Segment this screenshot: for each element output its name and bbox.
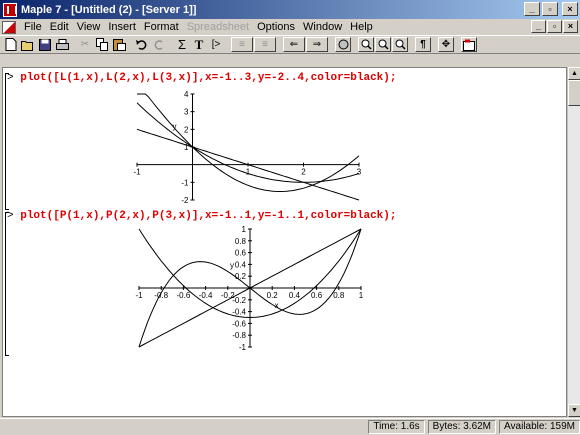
cut-icon[interactable]: ✂	[77, 37, 93, 52]
menu-window[interactable]: Window	[299, 21, 346, 33]
copy-icon[interactable]	[94, 37, 110, 52]
x-tick-label: 0.2	[267, 291, 279, 300]
y-tick-label: 0.4	[235, 260, 247, 269]
y-tick-label: -2	[181, 196, 189, 205]
paragraph-icon[interactable]: ¶	[415, 37, 431, 52]
y-tick-label: -0.8	[232, 331, 246, 340]
prompt-1: >	[7, 72, 14, 84]
menu-insert[interactable]: Insert	[104, 21, 140, 33]
execution-group-bracket-1[interactable]	[5, 73, 9, 210]
redo-icon[interactable]	[151, 37, 167, 52]
title-bar: Maple 7 - [Untitled (2) - [Server 1]] _ …	[0, 0, 580, 19]
x-tick-label: 1	[359, 291, 364, 300]
x-tick-label: -1	[135, 291, 143, 300]
x-axis-label: x	[275, 301, 279, 310]
maple-app-icon[interactable]	[3, 2, 17, 17]
minimize-button[interactable]: _	[524, 2, 540, 16]
status-time: Time: 1.6s	[368, 420, 425, 434]
split-section-icon[interactable]: ≡	[254, 37, 276, 52]
x-tick-label: 0.8	[333, 291, 345, 300]
scroll-up-arrow-icon[interactable]: ▲	[568, 67, 580, 80]
document-icon[interactable]	[2, 20, 16, 34]
y-tick-label: 3	[184, 108, 189, 117]
y-tick-label: -1	[181, 178, 189, 187]
move-icon[interactable]: ✥	[438, 37, 454, 52]
vertical-scrollbar[interactable]: ▲ ▼	[567, 67, 580, 417]
y-axis-label: y	[230, 261, 234, 270]
y-tick-label: 0.8	[235, 237, 247, 246]
insert-prompt-icon[interactable]: [>	[208, 37, 224, 52]
y-tick-label: 2	[184, 125, 189, 134]
x-tick-label: 2	[301, 168, 306, 177]
restart-icon[interactable]	[461, 37, 477, 52]
input-line-1[interactable]: > plot([L(1,x),L(2,x),L(3,x)],x=-1..3,y=…	[7, 72, 396, 84]
prompt-2: >	[7, 210, 14, 222]
window-title: Maple 7 - [Untitled (2) - [Server 1]]	[21, 3, 197, 16]
y-tick-label: -0.6	[232, 319, 246, 328]
back-arrow-icon[interactable]: ⇐	[283, 37, 305, 52]
y-tick-label: 0.2	[235, 272, 247, 281]
x-tick-label: -0.6	[177, 291, 191, 300]
menu-format[interactable]: Format	[140, 21, 183, 33]
scroll-down-arrow-icon[interactable]: ▼	[568, 404, 580, 417]
x-tick-label: 3	[357, 168, 362, 177]
status-available: Available: 159M	[499, 420, 580, 434]
y-tick-label: -1	[239, 343, 247, 352]
menu-edit[interactable]: Edit	[46, 21, 73, 33]
series-line-3	[137, 93, 360, 192]
y-tick-label: 4	[184, 90, 189, 99]
x-tick-label: -0.4	[199, 291, 213, 300]
command-2[interactable]: plot([P(1,x),P(2,x),P(3,x)],x=-1..1,y=-1…	[20, 210, 396, 222]
forward-arrow-icon[interactable]: ⇒	[306, 37, 328, 52]
sum-icon[interactable]: Σ	[174, 37, 190, 52]
zoom-200-icon[interactable]	[392, 37, 408, 52]
worksheet[interactable]: > plot([L(1,x),L(2,x),L(3,x)],x=-1..3,y=…	[2, 67, 567, 417]
save-icon[interactable]	[37, 37, 53, 52]
undo-icon[interactable]	[134, 37, 150, 52]
menu-bar: File Edit View Insert Format Spreadsheet…	[0, 19, 580, 35]
status-bytes: Bytes: 3.62M	[427, 420, 497, 434]
doc-minimize-button[interactable]: _	[531, 20, 546, 33]
zoom-150-icon[interactable]	[375, 37, 391, 52]
plot-1[interactable]: -1 1 2 34321-1-2y	[123, 88, 403, 206]
x-tick-label: -1	[133, 168, 141, 177]
execution-group-bracket-2[interactable]	[5, 212, 9, 356]
doc-close-button[interactable]: ×	[563, 20, 578, 33]
plot-2[interactable]: -1 -0.8 -0.6 -0.4 -0.2 0.2 0.4 0.6 0.8 1 1 0.8 0.6 0.…	[123, 225, 403, 355]
command-1[interactable]: plot([L(1,x),L(2,x),L(3,x)],x=-1..3,y=-2…	[20, 72, 396, 84]
x-tick-label: 0.6	[311, 291, 323, 300]
maximize-button[interactable]: ▫	[542, 2, 558, 16]
menu-options[interactable]: Options	[253, 21, 299, 33]
stop-icon[interactable]	[335, 37, 351, 52]
menu-help[interactable]: Help	[346, 21, 377, 33]
menu-spreadsheet: Spreadsheet	[186, 21, 250, 33]
status-bar: Time: 1.6s Bytes: 3.62M Available: 159M	[0, 418, 580, 435]
zoom-100-icon[interactable]	[358, 37, 374, 52]
x-tick-label: 0.4	[289, 291, 301, 300]
paste-icon[interactable]	[111, 37, 127, 52]
toolbar: ✂ Σ T [> ≡ ≡ ⇐ ⇒ ¶ ✥	[0, 35, 580, 54]
open-folder-icon[interactable]	[20, 37, 36, 52]
new-file-icon[interactable]	[3, 37, 19, 52]
x-tick-label: 1	[246, 168, 251, 177]
y-tick-label: -0.2	[232, 296, 246, 305]
menu-view[interactable]: View	[73, 21, 105, 33]
close-button[interactable]: ×	[562, 2, 578, 16]
join-section-icon[interactable]: ≡	[231, 37, 253, 52]
menu-file[interactable]: File	[20, 21, 46, 33]
scroll-thumb[interactable]	[568, 80, 580, 106]
y-tick-label: 0.6	[235, 249, 247, 258]
print-icon[interactable]	[54, 37, 70, 52]
text-mode-icon[interactable]: T	[191, 37, 207, 52]
doc-restore-button[interactable]: ▫	[547, 20, 562, 33]
input-line-2[interactable]: > plot([P(1,x),P(2,x),P(3,x)],x=-1..1,y=…	[7, 210, 396, 222]
y-tick-label: 1	[242, 225, 247, 234]
